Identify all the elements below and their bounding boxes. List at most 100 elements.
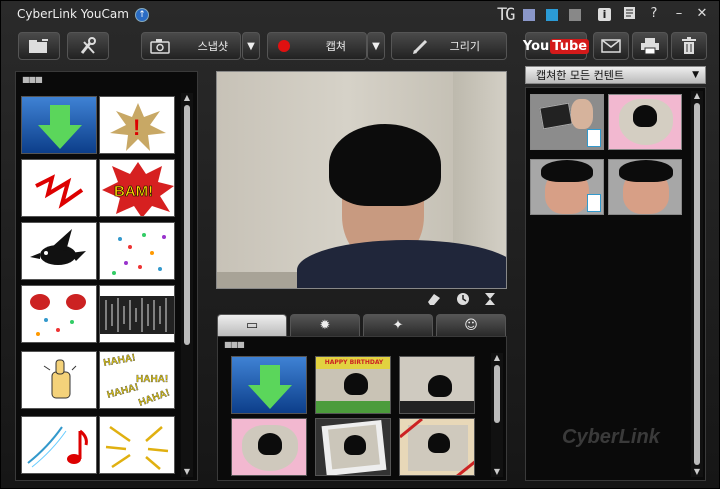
scroll-up-icon[interactable]: ▲ [691,91,703,101]
media-scrollbar[interactable]: ▲ ▼ [691,91,703,477]
effects-scrollbar[interactable]: ▲ ▼ [181,93,193,477]
effect-music-note[interactable] [21,416,97,474]
youtube-you: You [522,38,550,54]
capture-dropdown[interactable]: ▼ [367,32,385,60]
frame-none[interactable] [231,356,307,414]
scroll-thumb[interactable] [494,365,500,423]
smiley-icon: ☺ [464,318,478,333]
timer-icon[interactable] [456,292,470,309]
ribbon-icon [400,419,474,475]
scroll-thumb[interactable] [184,105,190,345]
settings-button[interactable] [67,32,109,60]
help-icon[interactable]: ? [646,6,662,22]
printer-icon [641,38,659,55]
person-shirt [297,240,506,288]
down-arrow-icon [248,365,292,409]
grass [316,401,390,413]
snapshot-label: 스냅샷 [197,40,228,53]
video-file-icon [587,129,601,147]
skin-swatch-3[interactable] [569,9,581,21]
effect-haha[interactable]: HAHA! HAHA! HAHA! HAHA! [99,351,175,409]
scroll-down-icon[interactable]: ▼ [491,467,503,477]
tools-icon [80,37,96,54]
content-filter-dropdown[interactable]: 캡쳐한 모든 컨텐트 ▼ [525,66,706,84]
frame-ribbon[interactable] [399,418,475,476]
youtube-tube: Tube [550,38,590,54]
delete-button[interactable] [671,32,707,60]
frames-scrollbar[interactable]: ▲ ▼ [491,353,503,477]
scroll-thumb[interactable] [694,103,700,465]
effect-sound-waves[interactable] [99,285,175,343]
update-icon[interactable]: ↑ [135,8,149,22]
face-hair [344,435,366,455]
minimize-icon[interactable]: – [671,6,687,22]
scroll-down-icon[interactable]: ▼ [691,467,703,477]
effect-red-zigzag[interactable] [21,159,97,217]
monster-icon: ✹ [319,318,331,333]
print-button[interactable] [632,32,668,60]
capture-label: 캡쳐 [325,40,346,53]
speaker-confetti-icon [30,294,86,336]
effect-confetti[interactable] [99,222,175,280]
face-hair [619,160,673,182]
thumbs-up-icon [43,359,77,399]
envelope-icon [601,39,621,53]
media-photo-2[interactable] [608,159,682,215]
zigzag-icon [35,174,84,209]
tab-frames[interactable]: ▭ [217,314,287,336]
chevron-down-icon: ▼ [247,40,255,52]
media-photo-1[interactable] [608,94,682,150]
capture-button[interactable]: 캡쳐 [267,32,367,60]
tab-effects[interactable]: ✦ [363,314,433,336]
face-hair [541,160,593,182]
bird-icon [30,229,86,265]
youtube-button[interactable]: You Tube [522,32,590,60]
down-arrow-icon [38,105,82,149]
effect-exclamation-star[interactable]: ! [99,96,175,154]
email-button[interactable] [593,32,629,60]
effect-lightning[interactable] [99,416,175,474]
snapshot-dropdown[interactable]: ▼ [242,32,260,60]
panel-handle[interactable]: ■■■ [22,75,43,84]
frame-bubbles[interactable] [399,356,475,414]
snapshot-button[interactable]: 스냅샷 [141,32,241,60]
phone-shape [539,102,573,130]
frame-heart[interactable] [231,418,307,476]
scroll-up-icon[interactable]: ▲ [491,353,503,363]
app-title: CyberLink YouCam [17,7,129,21]
hourglass-icon[interactable] [484,292,496,309]
content-filter-label: 캡쳐한 모든 컨텐트 [536,69,624,82]
media-video-2[interactable] [530,159,604,215]
effect-black-bird[interactable] [21,222,97,280]
skin-swatch-1[interactable] [523,9,535,21]
frame-birthday[interactable]: HAPPY BIRTHDAY [315,356,391,414]
pencil-icon [413,39,428,54]
effect-speakers[interactable] [21,285,97,343]
effect-thumbs-up[interactable] [21,351,97,409]
eraser-icon[interactable] [426,292,442,309]
trash-icon [682,37,696,54]
effect-bam[interactable]: BAM! [99,159,175,217]
media-video-1[interactable] [530,94,604,150]
open-folder-button[interactable] [18,32,60,60]
tab-emotions[interactable]: ☺ [436,314,506,336]
feedback-icon[interactable] [622,6,638,22]
info-icon[interactable]: i [598,8,611,21]
effect-down-arrow[interactable] [21,96,97,154]
panel-handle[interactable]: ■■■ [224,340,245,349]
bam-burst-icon: BAM! [102,162,174,216]
haha-text: HAHA! [137,387,171,408]
scroll-up-icon[interactable]: ▲ [181,93,193,103]
haha-text: HAHA! [136,374,168,385]
app-window: CyberLink YouCam ↑ TG i ? – ✕ 스냅샷 ▼ 캡쳐 ▼… [0,0,720,489]
haha-text-icon: HAHA!HAHA!HAHA!HAHA! [102,352,171,408]
lightning-icon [105,425,169,470]
tab-avatars[interactable]: ✹ [290,314,360,336]
draw-button[interactable]: 그리기 [391,32,507,60]
face-hair [258,433,282,455]
face-hair [344,373,368,395]
scroll-down-icon[interactable]: ▼ [181,467,193,477]
close-icon[interactable]: ✕ [694,6,710,22]
frame-photos[interactable] [315,418,391,476]
skin-swatch-2[interactable] [546,9,558,21]
